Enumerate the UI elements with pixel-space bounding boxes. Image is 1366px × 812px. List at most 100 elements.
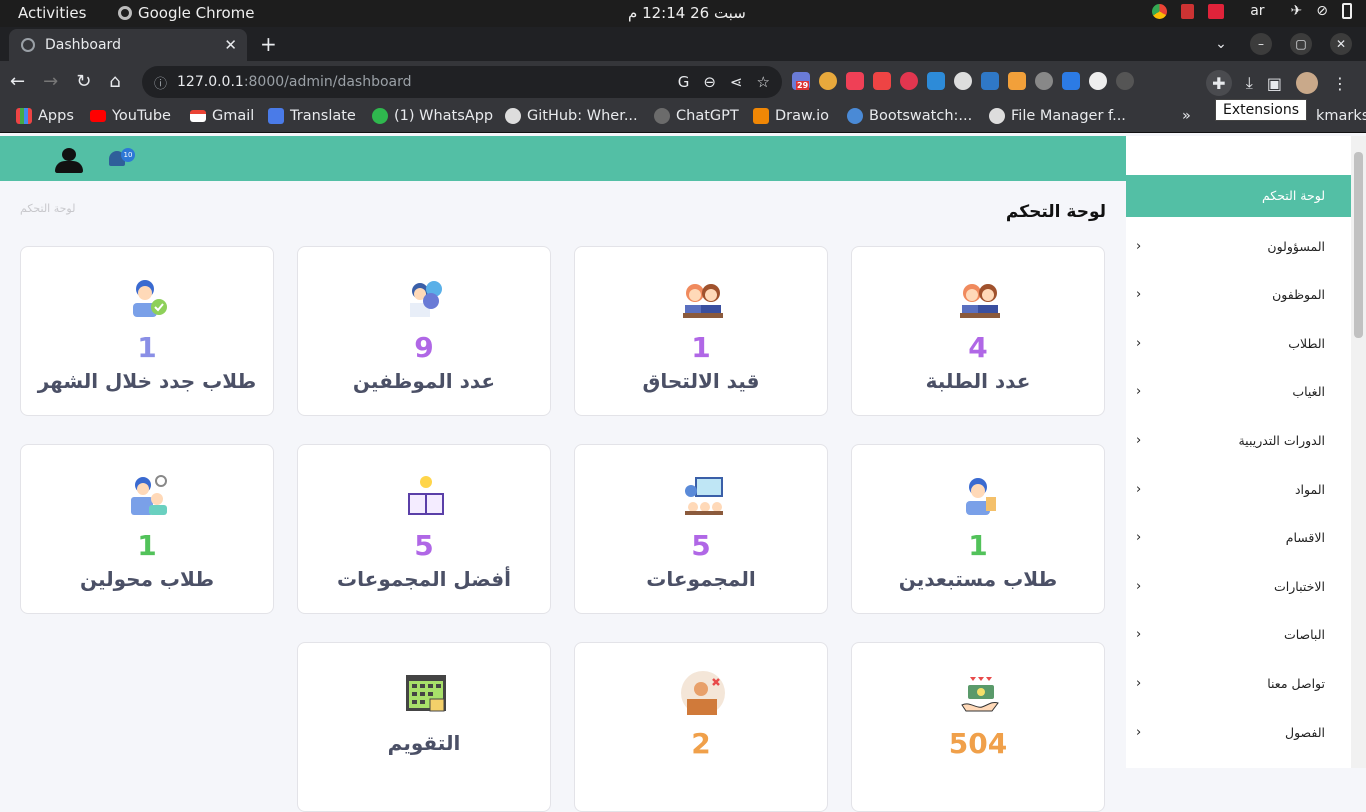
sidebar-item-contact[interactable]: تواصل معنا ‹ (1126, 669, 1351, 699)
system-tray[interactable]: ar ✈ ⊘ (1152, 3, 1352, 19)
extension-calendar-icon[interactable]: 29 (792, 72, 810, 90)
sidebar-item-label: الاقسام (1285, 530, 1325, 545)
home-icon[interactable]: ⌂ (109, 71, 120, 92)
chevron-left-icon: ‹ (1136, 336, 1142, 351)
gmail-icon (190, 110, 206, 122)
extension-red-icon[interactable] (900, 72, 918, 90)
breadcrumb[interactable]: لوحة التحكم (20, 202, 75, 215)
site-info-icon[interactable]: ⓘ (154, 73, 167, 92)
extension-dim-icon[interactable] (1116, 72, 1134, 90)
bookmark-drawio[interactable]: Draw.io (753, 108, 829, 124)
tab-search-icon[interactable]: ⌄ (1210, 33, 1232, 55)
stat-label: عدد الموظفين (352, 369, 496, 393)
nav-buttons: ← → ↻ ⌂ (10, 71, 121, 92)
profile-avatar[interactable] (1296, 72, 1318, 94)
tab-dashboard[interactable]: Dashboard ✕ (9, 29, 247, 61)
bookmark-whatsapp[interactable]: (1) WhatsApp (372, 108, 493, 124)
bookmark-bootswatch[interactable]: Bootswatch:... (847, 108, 972, 124)
bookmark-file-manager[interactable]: File Manager f... (989, 108, 1126, 124)
sidebar-item-exams[interactable]: الاختبارات ‹ (1126, 572, 1351, 602)
extensions-puzzle-icon[interactable]: ✚ (1205, 70, 1232, 96)
bookmark-label: Draw.io (775, 108, 830, 124)
stat-value: 9 (414, 331, 434, 364)
bookmark-apps[interactable]: Apps (16, 108, 74, 124)
groups-icon (685, 477, 723, 515)
stat-card-absent-teachers[interactable]: 2 (574, 642, 828, 812)
sidebar-item-buses[interactable]: الباصات ‹ (1126, 620, 1351, 650)
sidebar-item-students[interactable]: الطلاب ‹ (1126, 329, 1351, 359)
sidebar-item-courses[interactable]: الدورات التدريبية ‹ (1126, 426, 1351, 456)
bookmark-label: ChatGPT (676, 108, 739, 124)
stat-card-employees[interactable]: 9 عدد الموظفين (297, 246, 551, 416)
extension-orange-icon[interactable] (1008, 72, 1026, 90)
side-panel-icon[interactable]: ▣ (1267, 74, 1282, 93)
stat-value: 2 (691, 727, 711, 760)
extension-gray-icon[interactable] (1035, 72, 1053, 90)
scrollbar-thumb[interactable] (1354, 152, 1363, 338)
activities-button[interactable]: Activities (18, 4, 86, 22)
extension-chart-icon[interactable] (819, 72, 837, 90)
forward-icon[interactable]: → (43, 71, 58, 92)
chrome-tray-icon (1152, 3, 1168, 19)
bookmark-gmail[interactable]: Gmail (190, 108, 254, 124)
sidebar-item-departments[interactable]: الاقسام ‹ (1126, 523, 1351, 553)
address-bar[interactable]: ⓘ 127.0.0.1 :8000/admin/dashboard G ⊖ ⋖ … (142, 66, 782, 98)
app-menu[interactable]: Google Chrome (118, 4, 255, 22)
google-lens-icon[interactable]: G (678, 73, 690, 91)
bookmark-label: Gmail (212, 108, 255, 124)
clock[interactable]: سبت 26 12:14 م (628, 4, 746, 22)
page-scrollbar[interactable] (1351, 136, 1366, 768)
stat-card-best-groups[interactable]: 5 أفضل المجموعات (297, 444, 551, 614)
share-icon[interactable]: ⋖ (730, 73, 743, 91)
stat-card-payments[interactable]: 504 (851, 642, 1105, 812)
vpn-shield-icon[interactable] (1062, 72, 1080, 90)
stat-card-students[interactable]: 4 عدد الطلبة (851, 246, 1105, 416)
bookmark-github[interactable]: GitHub: Wher... (505, 108, 638, 124)
extension-face-icon[interactable] (1089, 72, 1107, 90)
sidebar-item-admins[interactable]: المسؤولون ‹ (1126, 232, 1351, 262)
language-indicator[interactable]: ar (1250, 3, 1264, 19)
new-tab-button[interactable]: + (260, 32, 277, 56)
sidebar-item-classes[interactable]: الفصول ‹ (1126, 718, 1351, 748)
enrolling-students-icon (683, 284, 723, 318)
anydesk-icon (1208, 3, 1225, 19)
sidebar-item-absence[interactable]: الغياب ‹ (1126, 377, 1351, 407)
sidebar-item-subjects[interactable]: المواد ‹ (1126, 475, 1351, 505)
sidebar-item-employees[interactable]: الموظفون ‹ (1126, 280, 1351, 310)
stat-card-excluded[interactable]: 1 طلاب مستبعدين (851, 444, 1105, 614)
employees-icon (410, 281, 442, 317)
extension-fi-icon[interactable] (981, 72, 999, 90)
bookmark-chatgpt[interactable]: ChatGPT (654, 108, 739, 124)
notification-bell-icon[interactable]: 10 (106, 148, 135, 170)
stat-card-transferred[interactable]: 1 طلاب محولين (20, 444, 274, 614)
chevron-left-icon: ‹ (1136, 725, 1142, 740)
minimize-button[interactable]: – (1250, 33, 1272, 55)
stat-value: 504 (948, 727, 1008, 760)
download-helper-icon[interactable] (927, 72, 945, 90)
absent-teacher-icon (681, 671, 725, 715)
stat-card-groups[interactable]: 5 المجموعات (574, 444, 828, 614)
user-icon[interactable] (52, 148, 86, 174)
back-icon[interactable]: ← (10, 71, 25, 92)
stat-card-enrolling[interactable]: 1 قيد الالتحاق (574, 246, 828, 416)
stat-card-new-students[interactable]: 1 طلاب جدد خلال الشهر (20, 246, 274, 416)
extension-shield-icon[interactable] (873, 72, 891, 90)
bookmark-translate[interactable]: Translate (268, 108, 356, 124)
reload-icon[interactable]: ↻ (76, 71, 91, 92)
stat-card-calendar[interactable]: التقويم (297, 642, 551, 812)
close-tab-icon[interactable]: ✕ (224, 36, 237, 54)
sidebar-item-dashboard[interactable]: لوحة التحكم (1126, 175, 1351, 217)
calendar-icon (406, 675, 446, 712)
pocket-icon[interactable] (846, 72, 864, 90)
bookmarks-overflow-button[interactable]: » (1182, 108, 1191, 124)
zoom-icon[interactable]: ⊖ (703, 73, 716, 91)
downloads-icon[interactable]: ⤓ (1246, 73, 1253, 93)
stat-value: 5 (414, 529, 434, 562)
cloud-icon[interactable] (954, 72, 972, 90)
close-window-button[interactable]: ✕ (1330, 33, 1352, 55)
menu-icon[interactable]: ⋮ (1332, 74, 1348, 93)
other-bookmarks[interactable]: kmarks (1316, 108, 1366, 124)
maximize-button[interactable]: ▢ (1290, 33, 1312, 55)
bookmark-youtube[interactable]: YouTube (90, 108, 171, 124)
bookmark-star-icon[interactable]: ☆ (757, 73, 770, 91)
